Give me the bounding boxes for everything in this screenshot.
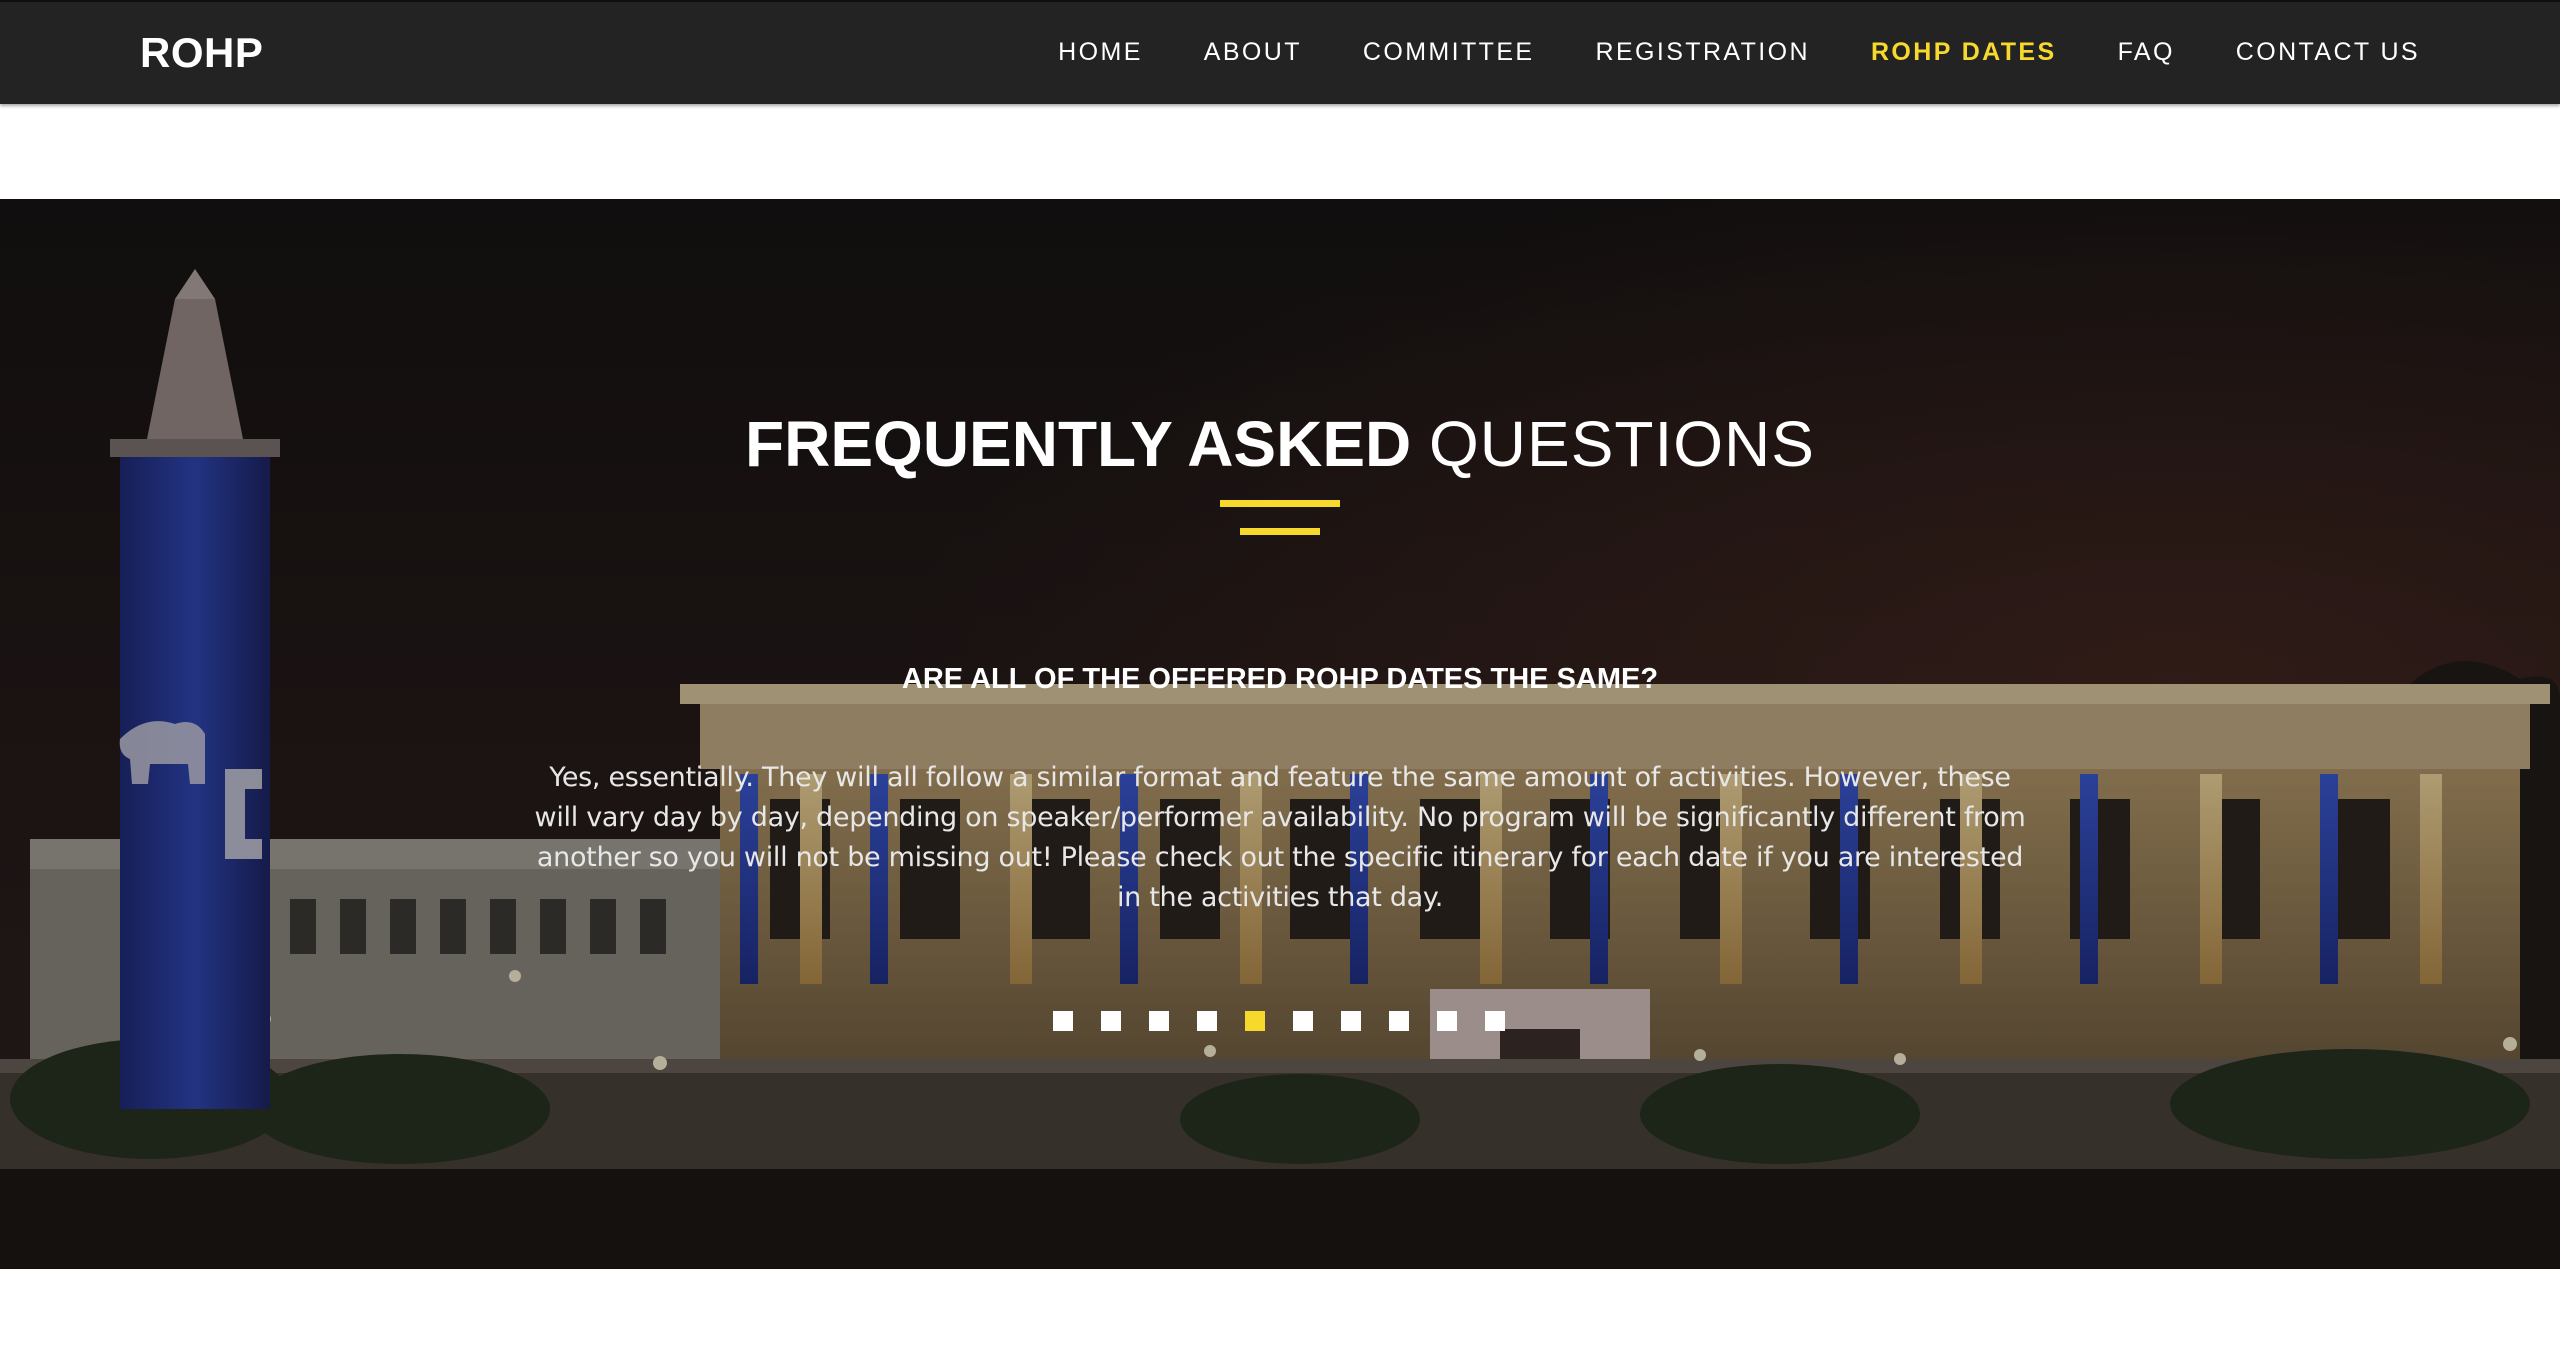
faq-question: ARE ALL OF THE OFFERED ROHP DATES THE SA… xyxy=(901,663,1659,695)
carousel-dot-5[interactable] xyxy=(1245,1011,1265,1031)
faq-hero-section: FREQUENTLY ASKED QUESTIONS ARE ALL OF TH… xyxy=(0,199,2560,1269)
faq-title-bold: FREQUENTLY ASKED xyxy=(745,408,1412,480)
carousel-dot-3[interactable] xyxy=(1149,1011,1169,1031)
carousel-dot-9[interactable] xyxy=(1437,1011,1457,1031)
nav-home-link[interactable]: HOME xyxy=(1058,36,1143,68)
nav-rohp-dates-link[interactable]: ROHP DATES xyxy=(1871,36,2057,68)
nav-faq-link[interactable]: FAQ xyxy=(2118,36,2175,68)
nav-committee-link[interactable]: COMMITTEE xyxy=(1363,36,1535,68)
faq-section-title: FREQUENTLY ASKED QUESTIONS xyxy=(0,406,2560,482)
carousel-dot-6[interactable] xyxy=(1293,1011,1313,1031)
background-dark-overlay xyxy=(0,199,2560,1269)
carousel-dot-8[interactable] xyxy=(1389,1011,1409,1031)
faq-title-light: QUESTIONS xyxy=(1429,408,1815,480)
top-navigation-bar: ROHP HOME ABOUT COMMITTEE REGISTRATION R… xyxy=(0,0,2560,104)
carousel-dot-2[interactable] xyxy=(1101,1011,1121,1031)
rohp-logo-link[interactable]: ROHP xyxy=(140,28,263,78)
nav-registration-link[interactable]: REGISTRATION xyxy=(1596,36,1810,68)
title-underline-long xyxy=(1220,500,1340,507)
faq-answer: Yes, essentially. They will all follow a… xyxy=(534,762,2026,913)
carousel-dot-7[interactable] xyxy=(1341,1011,1361,1031)
title-underline-short xyxy=(1240,528,1320,535)
nav-contact-us-link[interactable]: CONTACT US xyxy=(2236,36,2420,68)
carousel-dot-1[interactable] xyxy=(1053,1011,1073,1031)
main-nav: HOME ABOUT COMMITTEE REGISTRATION ROHP D… xyxy=(1058,36,2420,68)
nav-about-link[interactable]: ABOUT xyxy=(1204,36,1302,68)
carousel-dot-10[interactable] xyxy=(1485,1011,1505,1031)
carousel-dot-4[interactable] xyxy=(1197,1011,1217,1031)
